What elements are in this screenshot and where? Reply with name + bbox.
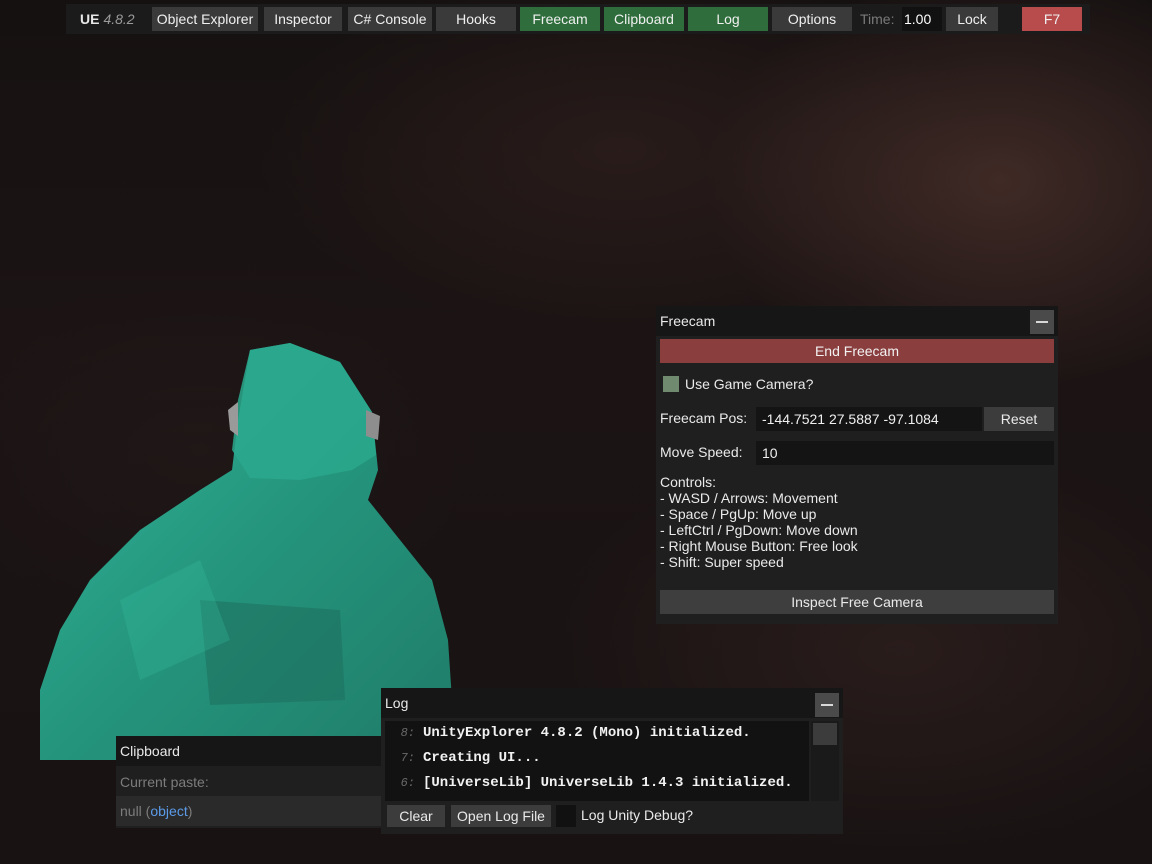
log-unity-debug-checkbox[interactable] (556, 805, 576, 827)
log-output[interactable]: 8: UnityExplorer 4.8.2 (Mono) initialized… (385, 721, 809, 801)
reset-button[interactable]: Reset (984, 407, 1054, 431)
move-speed-input[interactable]: 10 (756, 441, 1054, 465)
current-paste-value[interactable]: null (object) (116, 796, 384, 826)
tab-log[interactable]: Log (688, 7, 768, 31)
time-scale-label: Time: (860, 11, 895, 27)
tab-object-explorer[interactable]: Object Explorer (152, 7, 258, 31)
paste-paren-close: ) (187, 803, 193, 819)
log-scrollbar-thumb[interactable] (813, 723, 837, 745)
tab-clipboard[interactable]: Clipboard (604, 7, 684, 31)
log-entry-text: Creating UI... (423, 750, 541, 766)
tab-freecam[interactable]: Freecam (520, 7, 600, 31)
controls-line: - Right Mouse Button: Free look (660, 538, 858, 554)
minimize-icon[interactable] (1030, 310, 1054, 334)
paste-null-text: null (120, 803, 142, 819)
current-paste-label: Current paste: (120, 774, 209, 790)
clipboard-title[interactable]: Clipboard (116, 736, 384, 766)
end-freecam-button[interactable]: End Freecam (660, 339, 1054, 363)
log-entry-text: UnityExplorer 4.8.2 (Mono) initialized. (423, 725, 751, 741)
freecam-pos-label: Freecam Pos: (660, 410, 748, 426)
clear-log-button[interactable]: Clear (387, 805, 445, 827)
log-title[interactable]: Log (381, 688, 843, 718)
tab-csharp-console[interactable]: C# Console (348, 7, 432, 31)
controls-line: - LeftCtrl / PgDown: Move down (660, 522, 858, 538)
controls-line: - Shift: Super speed (660, 554, 784, 570)
log-entry-number: 8: (400, 726, 415, 740)
log-panel: Log 8: UnityExplorer 4.8.2 (Mono) initial… (381, 688, 843, 834)
app-title: UE 4.8.2 (80, 7, 135, 31)
freecam-title[interactable]: Freecam (656, 306, 1058, 336)
log-unity-debug-label: Log Unity Debug? (581, 807, 694, 823)
use-game-camera-checkbox[interactable] (663, 376, 679, 392)
freecam-panel: Freecam End Freecam Use Game Camera? Fre… (656, 306, 1058, 624)
top-navbar: UE 4.8.2 Object Explorer Inspector C# Con… (66, 4, 1090, 34)
controls-line: - Space / PgUp: Move up (660, 506, 817, 522)
controls-line: - WASD / Arrows: Movement (660, 490, 838, 506)
tab-options[interactable]: Options (772, 7, 852, 31)
tab-hooks[interactable]: Hooks (436, 7, 516, 31)
log-entry: 7: Creating UI... (385, 747, 541, 769)
lock-button[interactable]: Lock (946, 7, 998, 31)
minimize-icon[interactable] (815, 693, 839, 717)
open-log-file-button[interactable]: Open Log File (451, 805, 551, 827)
controls-line: Controls: (660, 474, 717, 490)
log-entry: 8: UnityExplorer 4.8.2 (Mono) initialized… (385, 722, 751, 744)
tab-inspector[interactable]: Inspector (264, 7, 342, 31)
time-scale-input[interactable]: 1.00 (902, 7, 942, 31)
inspect-free-camera-button[interactable]: Inspect Free Camera (660, 590, 1054, 614)
clipboard-panel: Clipboard Current paste: null (object) (116, 736, 384, 828)
log-entry-number: 6: (400, 776, 415, 790)
log-entry-text: [UniverseLib] UniverseLib 1.4.3 initiali… (423, 775, 793, 791)
controls-help: Controls: - WASD / Arrows: Movement - Sp… (660, 474, 1054, 570)
app-version: 4.8.2 (103, 11, 135, 27)
paste-type-text: object (150, 803, 188, 819)
log-scrollbar[interactable] (811, 721, 839, 801)
hotkey-toggle-button[interactable]: F7 (1022, 7, 1082, 31)
use-game-camera-label: Use Game Camera? (685, 376, 814, 392)
log-entry-number: 7: (400, 751, 415, 765)
app-name: UE (80, 11, 100, 27)
move-speed-label: Move Speed: (660, 444, 743, 460)
freecam-pos-input[interactable]: -144.7521 27.5887 -97.1084 (756, 407, 982, 431)
log-entry: 6: [UniverseLib] UniverseLib 1.4.3 initia… (385, 772, 793, 794)
